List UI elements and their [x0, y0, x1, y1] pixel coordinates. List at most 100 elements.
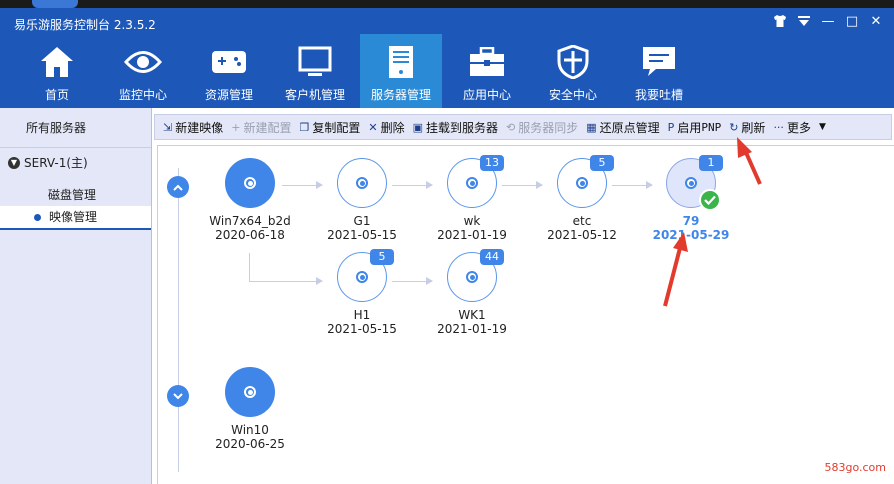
expand-win10-button[interactable] — [167, 385, 189, 407]
nav-label: 我要吐槽 — [634, 88, 683, 102]
new-config-button[interactable]: + 新建配置 — [227, 115, 295, 139]
chevron-down-icon[interactable]: ▼ — [8, 157, 20, 169]
nav-home[interactable]: 首页 — [16, 34, 98, 108]
image-name: Win10 — [231, 423, 269, 437]
close-icon: ✕ — [368, 120, 378, 134]
version-badge: 5 — [590, 155, 614, 171]
image-name: WK1 — [458, 308, 486, 322]
nav-label: 首页 — [44, 88, 69, 102]
version-badge: 44 — [480, 249, 504, 265]
disc-icon[interactable] — [337, 158, 387, 208]
disc-icon[interactable] — [225, 367, 275, 417]
close-button[interactable]: ✕ — [868, 14, 884, 30]
image-date: 2021-05-12 — [547, 228, 617, 242]
chat-icon — [639, 42, 679, 82]
disc-icon[interactable]: 1 — [666, 155, 723, 211]
nav-monitor[interactable]: 监控中心 — [102, 34, 184, 108]
disc-icon[interactable]: 44 — [447, 249, 504, 302]
disc-icon[interactable]: 5 — [337, 249, 394, 302]
refresh-icon: ↻ — [729, 120, 739, 134]
button-label: 删除 — [380, 120, 405, 135]
image-date: 2020-06-18 — [215, 228, 285, 242]
top-strip — [0, 0, 894, 8]
nav-client[interactable]: 客户机管理 — [274, 34, 356, 108]
server-sync-button[interactable]: ⟲ 服务器同步 — [502, 115, 582, 139]
nav-resource[interactable]: 资源管理 — [188, 34, 270, 108]
button-label: 服务器同步 — [518, 120, 579, 135]
button-label: 挂载到服务器 — [426, 120, 499, 135]
button-label: 还原点管理 — [599, 120, 660, 135]
disc-icon[interactable] — [225, 158, 275, 208]
monitor-icon — [295, 42, 335, 82]
image-node-h1[interactable]: 5 H1 2021-05-15 — [312, 249, 412, 336]
minimize-button[interactable]: — — [820, 14, 836, 30]
collapse-win7-button[interactable] — [167, 176, 189, 198]
restore-point-button[interactable]: ▦ 还原点管理 — [582, 115, 663, 139]
copy-config-button[interactable]: ❐ 复制配置 — [295, 115, 364, 139]
mount-button[interactable]: ▣ 挂载到服务器 — [409, 115, 502, 139]
mount-icon: ▣ — [412, 120, 423, 134]
button-label: 启用 — [677, 120, 702, 135]
server-icon — [381, 42, 421, 82]
version-badge: 5 — [370, 249, 394, 265]
disc-icon[interactable]: 13 — [447, 155, 504, 208]
bullet-icon — [34, 213, 41, 221]
delete-button[interactable]: ✕ 删除 — [364, 115, 408, 139]
shield-icon — [553, 42, 593, 82]
button-label: 新建映像 — [175, 120, 224, 135]
restore-icon: ▦ — [586, 120, 597, 134]
image-date: 2021-05-15 — [327, 228, 397, 242]
nav-feedback[interactable]: 我要吐槽 — [618, 34, 700, 108]
nav-label: 应用中心 — [462, 88, 511, 102]
maximize-button[interactable]: □ — [844, 14, 860, 30]
app-logo — [32, 0, 78, 8]
window-controls: — □ ✕ — [772, 14, 884, 30]
more-button[interactable]: ··· 更多 ▼ — [769, 115, 829, 139]
refresh-button[interactable]: ↻ 刷新 — [725, 115, 769, 139]
window-title: 易乐游服务控制台 2.3.5.2 — [14, 18, 156, 32]
sidebar-category-disk: 磁盘管理 — [48, 188, 97, 202]
new-image-button[interactable]: ⇲ 新建映像 — [159, 115, 227, 139]
image-node-79[interactable]: 1 79 2021-05-29 — [641, 155, 741, 242]
sidebar-server-item[interactable]: ▼ SERV-1(主) — [0, 148, 151, 178]
shirt-icon[interactable] — [772, 14, 788, 30]
nav-label: 服务器管理 — [370, 88, 431, 102]
nav-app[interactable]: 应用中心 — [446, 34, 528, 108]
nav-label: 资源管理 — [204, 88, 253, 102]
nav-security[interactable]: 安全中心 — [532, 34, 614, 108]
app-header: 易乐游服务控制台 2.3.5.2 — □ ✕ 首页 监控中心 资源管理 客户机管… — [0, 8, 894, 108]
toolbar: ⇲ 新建映像 + 新建配置 ❐ 复制配置 ✕ 删除 ▣ 挂载到服务器 ⟲ 服务器同步 ▦ 还原… — [154, 114, 892, 140]
button-label: 复制配置 — [312, 120, 361, 135]
menu-icon[interactable] — [796, 14, 812, 30]
image-node-etc[interactable]: 5 etc 2021-05-12 — [532, 155, 632, 242]
button-label-suffix: PNP — [701, 120, 722, 134]
nav-server[interactable]: 服务器管理 — [360, 34, 442, 108]
more-icon: ··· — [773, 120, 784, 134]
button-label: 刷新 — [741, 120, 766, 135]
plus-icon: + — [231, 120, 241, 134]
sidebar-item-image-management[interactable]: 映像管理 — [0, 206, 151, 230]
image-node-win10[interactable]: Win10 2020-06-25 — [200, 367, 300, 451]
chevron-down-icon[interactable]: ▼ — [819, 122, 826, 132]
nav-label: 客户机管理 — [284, 88, 345, 102]
image-name: etc — [572, 214, 592, 228]
tree-trunk-line — [178, 168, 179, 472]
copy-icon: ❐ — [299, 120, 310, 134]
new-image-icon: ⇲ — [163, 120, 173, 134]
button-label: 新建配置 — [243, 120, 292, 135]
enable-pnp-button[interactable]: P 启用 PNP — [664, 115, 726, 139]
disc-icon[interactable]: 5 — [557, 155, 614, 208]
image-name: H1 — [353, 308, 371, 322]
image-node-wk1[interactable]: 44 WK1 2021-01-19 — [422, 249, 522, 336]
server-name: SERV-1(主) — [24, 156, 88, 170]
sidebar-all-servers[interactable]: 所有服务器 — [0, 108, 151, 148]
sync-icon: ⟲ — [506, 120, 516, 134]
image-node-win7[interactable]: Win7x64_b2d 2020-06-18 — [200, 158, 300, 242]
image-node-g1[interactable]: G1 2021-05-15 — [312, 158, 412, 242]
image-date: 2020-06-25 — [215, 437, 285, 451]
check-icon — [699, 189, 721, 211]
image-node-wk[interactable]: 13 wk 2021-01-19 — [422, 155, 522, 242]
image-name: G1 — [353, 214, 371, 228]
image-name: Win7x64_b2d — [209, 214, 291, 228]
version-badge: 13 — [480, 155, 504, 171]
